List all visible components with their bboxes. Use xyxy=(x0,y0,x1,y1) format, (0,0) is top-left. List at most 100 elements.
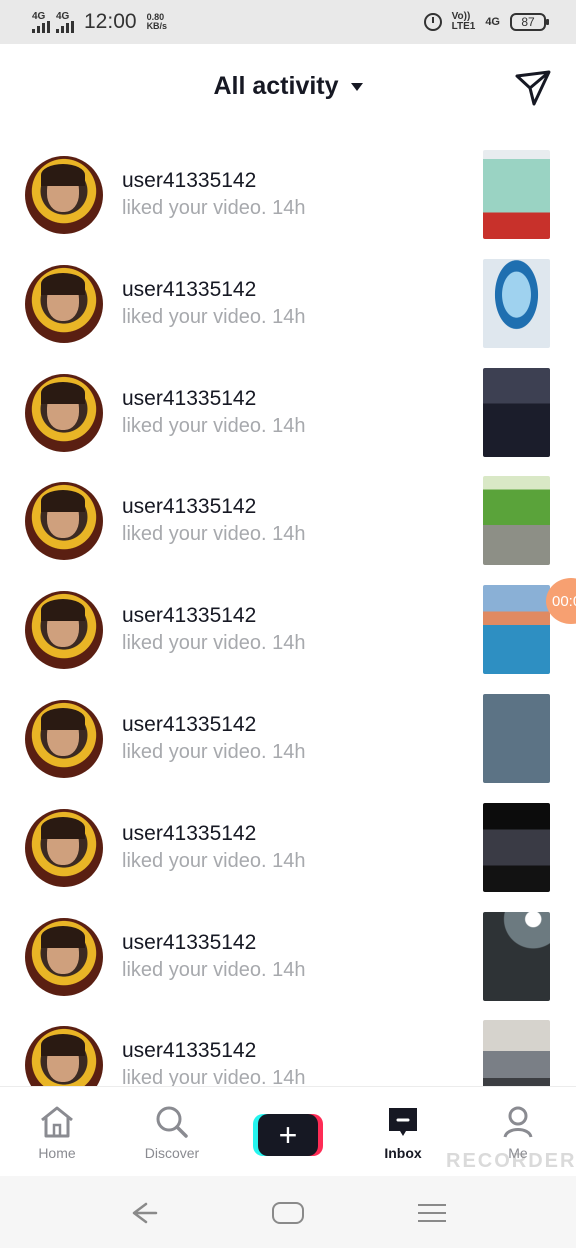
activity-action: liked your video. xyxy=(122,197,267,219)
list-item[interactable]: user41335142 liked your video. 14h xyxy=(0,130,576,239)
avatar[interactable] xyxy=(25,373,103,452)
username[interactable]: user41335142 xyxy=(122,387,256,411)
username[interactable]: user41335142 xyxy=(122,931,256,955)
speed-unit: KB/s xyxy=(146,21,168,31)
video-thumbnail[interactable] xyxy=(483,585,550,675)
signal-indicator-2: 4G xyxy=(56,10,74,33)
avatar[interactable] xyxy=(25,482,103,561)
list-item[interactable]: user41335142 liked your video. 14h xyxy=(0,674,576,783)
username[interactable]: user41335142 xyxy=(122,278,256,302)
menu-icon[interactable] xyxy=(418,1204,446,1222)
list-item[interactable]: user41335142 liked your video. 14h xyxy=(0,1000,576,1086)
signal-bars-icon xyxy=(32,20,50,33)
activity-action: liked your video. xyxy=(122,305,267,328)
activity-list[interactable]: user41335142 liked your video. 14h user4… xyxy=(0,130,576,1086)
video-thumbnail[interactable] xyxy=(483,693,550,783)
send-icon[interactable] xyxy=(512,66,554,108)
page-title: All activity xyxy=(213,72,339,100)
avatar[interactable] xyxy=(25,808,103,887)
network-type-2: 4G xyxy=(56,10,70,22)
network-type-1: 4G xyxy=(32,10,46,22)
nav-home-label: Home xyxy=(38,1145,76,1161)
activity-action: liked your video. xyxy=(122,740,267,763)
activity-action: liked your video. xyxy=(122,523,267,546)
plus-icon: + xyxy=(258,1114,318,1156)
inbox-icon xyxy=(389,1108,417,1136)
avatar[interactable] xyxy=(25,1026,103,1086)
battery-level: 87 xyxy=(521,15,535,29)
status-right: Vo)) LTE1 4G 87 xyxy=(423,12,549,32)
avatar[interactable] xyxy=(25,699,103,778)
activity-time: 14h xyxy=(272,849,306,872)
nav-discover[interactable]: Discover xyxy=(127,1105,217,1161)
list-item[interactable]: user41335142 liked your video. 14h xyxy=(0,892,576,1001)
back-icon[interactable] xyxy=(128,1198,158,1228)
recording-timer: 00:00 xyxy=(552,592,576,610)
activity-time: 14h xyxy=(272,632,306,655)
list-item[interactable]: user41335142 liked your video. 14h xyxy=(0,239,576,348)
activity-time: 14h xyxy=(272,523,306,546)
video-thumbnail[interactable] xyxy=(483,150,550,239)
activity-time: 14h xyxy=(272,305,306,328)
create-video-button[interactable]: + xyxy=(253,1114,323,1156)
battery-icon: 87 xyxy=(510,13,549,31)
activity-text: liked your video. 14h xyxy=(122,523,305,546)
home-icon xyxy=(41,1106,73,1138)
network-speed: 0.80 KB/s xyxy=(147,13,168,31)
activity-text: liked your video. 14h xyxy=(122,415,305,438)
video-thumbnail[interactable] xyxy=(483,1020,550,1086)
activity-filter-dropdown[interactable]: All activity xyxy=(0,72,576,101)
list-item[interactable]: user41335142 liked your video. 14h xyxy=(0,565,576,675)
network-4g: 4G xyxy=(485,16,500,28)
username[interactable]: user41335142 xyxy=(122,495,256,519)
activity-text: liked your video. 14h xyxy=(122,306,305,329)
video-thumbnail[interactable] xyxy=(483,802,550,892)
video-thumbnail[interactable] xyxy=(483,367,550,457)
list-item[interactable]: user41335142 liked your video. 14h xyxy=(0,456,576,566)
username[interactable]: user41335142 xyxy=(122,822,256,846)
list-item[interactable]: user41335142 liked your video. 14h xyxy=(0,783,576,892)
volte-indicator: Vo)) LTE1 xyxy=(452,12,476,32)
video-thumbnail[interactable] xyxy=(483,911,550,1001)
home-button-icon[interactable] xyxy=(272,1202,304,1224)
activity-action: liked your video. xyxy=(122,849,267,872)
activity-time: 14h xyxy=(272,740,306,763)
nav-inbox-label: Inbox xyxy=(384,1145,422,1161)
avatar[interactable] xyxy=(25,917,103,996)
caret-down-icon xyxy=(350,82,363,91)
recorder-watermark: RECORDER xyxy=(446,1150,576,1172)
volte-bottom: LTE1 xyxy=(451,21,476,32)
nav-discover-label: Discover xyxy=(144,1145,200,1161)
search-icon xyxy=(156,1106,188,1138)
activity-action: liked your video. xyxy=(122,958,267,981)
status-left: 4G 4G 12:00 0.80 KB/s xyxy=(32,10,167,34)
username[interactable]: user41335142 xyxy=(122,604,256,628)
video-thumbnail[interactable] xyxy=(483,476,550,566)
activity-action: liked your video. xyxy=(122,632,267,655)
header: All activity xyxy=(0,44,576,130)
status-bar: 4G 4G 12:00 0.80 KB/s Vo)) LTE1 4G 87 xyxy=(0,0,576,44)
activity-text: liked your video. 14h xyxy=(122,197,305,220)
signal-bars-icon xyxy=(56,20,74,33)
activity-time: 14h xyxy=(272,1067,306,1086)
video-thumbnail[interactable] xyxy=(483,258,550,348)
avatar[interactable] xyxy=(25,264,103,343)
activity-action: liked your video. xyxy=(122,1067,267,1086)
nav-home[interactable]: Home xyxy=(12,1105,102,1161)
activity-text: liked your video. 14h xyxy=(122,1067,305,1086)
activity-time: 14h xyxy=(272,197,306,219)
activity-text: liked your video. 14h xyxy=(122,741,305,764)
username[interactable]: user41335142 xyxy=(122,169,256,193)
nav-inbox[interactable]: Inbox xyxy=(358,1105,448,1161)
activity-text: liked your video. 14h xyxy=(122,632,305,655)
list-item[interactable]: user41335142 liked your video. 14h xyxy=(0,348,576,457)
activity-text: liked your video. 14h xyxy=(122,959,305,982)
system-nav xyxy=(0,1176,576,1248)
avatar[interactable] xyxy=(25,156,103,234)
clock: 12:00 xyxy=(84,10,137,33)
username[interactable]: user41335142 xyxy=(122,1039,256,1063)
activity-time: 14h xyxy=(272,414,306,437)
signal-indicator-1: 4G xyxy=(32,10,50,33)
avatar[interactable] xyxy=(25,591,103,670)
username[interactable]: user41335142 xyxy=(122,713,256,737)
